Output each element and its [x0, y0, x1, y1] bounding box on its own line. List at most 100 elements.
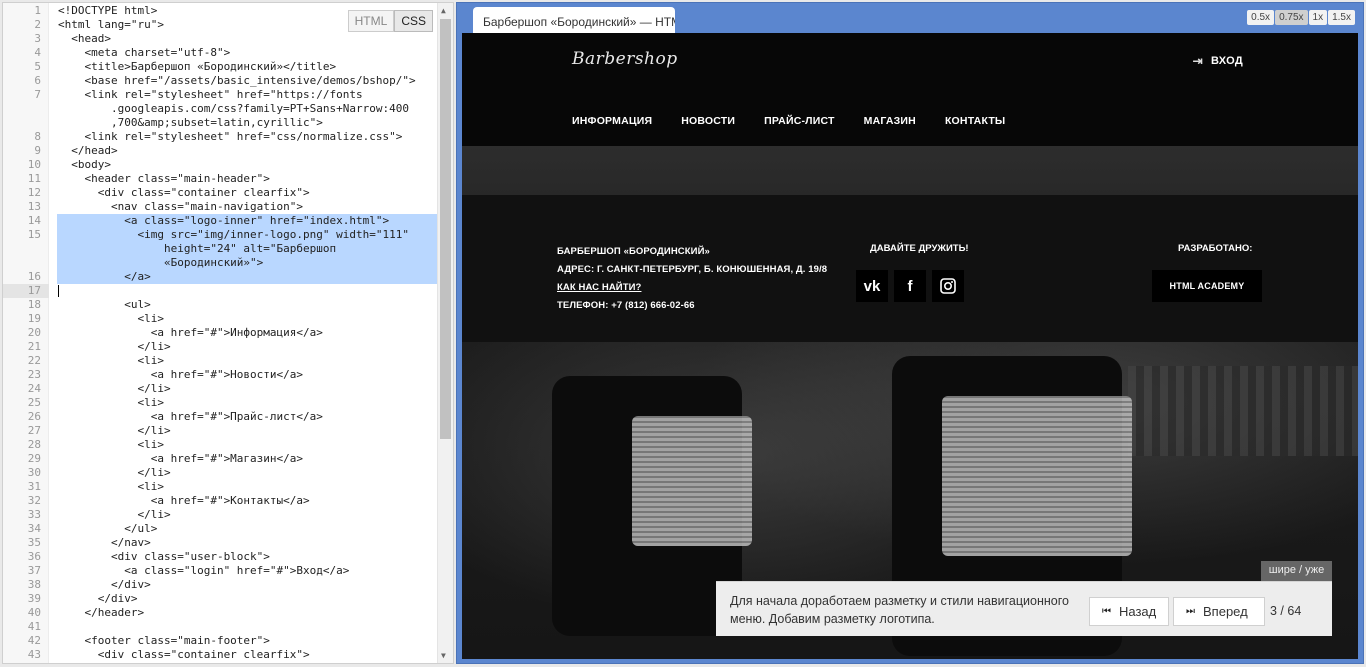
- code-line[interactable]: 16 </a>: [3, 270, 453, 284]
- code-text[interactable]: <a class="login" href="#">Вход</a>: [58, 564, 349, 578]
- code-line[interactable]: 39 </div>: [3, 592, 453, 606]
- code-line[interactable]: 17: [3, 284, 453, 298]
- code-line[interactable]: 21 </li>: [3, 340, 453, 354]
- code-line[interactable]: 40 </header>: [3, 606, 453, 620]
- html-mode-button[interactable]: HTML: [347, 10, 395, 32]
- code-text[interactable]: <div class="container clearfix">: [58, 186, 310, 200]
- code-line[interactable]: 44 <section class="footer-contacts">: [3, 662, 453, 663]
- code-text[interactable]: </ul>: [58, 522, 157, 536]
- zoom-0.5x-button[interactable]: 0.5x: [1247, 10, 1275, 25]
- code-text[interactable]: <meta charset="utf-8">: [58, 46, 230, 60]
- code-line[interactable]: 42 <footer class="main-footer">: [3, 634, 453, 648]
- preview-tab[interactable]: Барбершоп «Бородинский» — HTM: [473, 7, 675, 35]
- code-text[interactable]: <title>Барбершоп «Бородинский»</title>: [58, 60, 336, 74]
- code-text[interactable]: <section class="footer-contacts">: [58, 662, 330, 663]
- nav-item-shop[interactable]: МАГАЗИН: [864, 115, 916, 127]
- code-line[interactable]: 35 </nav>: [3, 536, 453, 550]
- code-text[interactable]: <div class="user-block">: [58, 550, 270, 564]
- code-line[interactable]: «Бородинский»">: [3, 256, 453, 270]
- code-line[interactable]: 4 <meta charset="utf-8">: [3, 46, 453, 60]
- code-line[interactable]: 11 <header class="main-header">: [3, 172, 453, 186]
- code-text[interactable]: <a href="#">Информация</a>: [58, 326, 323, 340]
- code-line[interactable]: 9 </head>: [3, 144, 453, 158]
- code-line[interactable]: 13 <nav class="main-navigation">: [3, 200, 453, 214]
- code-line[interactable]: 38 </div>: [3, 578, 453, 592]
- code-line[interactable]: 12 <div class="container clearfix">: [3, 186, 453, 200]
- code-text[interactable]: </div>: [58, 578, 151, 592]
- code-text[interactable]: <li>: [58, 312, 164, 326]
- code-text[interactable]: <li>: [58, 396, 164, 410]
- code-text[interactable]: </li>: [58, 382, 170, 396]
- editor-scrollbar[interactable]: ▲ ▼: [437, 3, 453, 663]
- code-text[interactable]: <body>: [58, 158, 111, 172]
- code-line[interactable]: 34 </ul>: [3, 522, 453, 536]
- code-text[interactable]: <a href="#">Новости</a>: [58, 368, 303, 382]
- code-text[interactable]: </div>: [58, 592, 138, 606]
- code-text[interactable]: </nav>: [58, 536, 151, 550]
- vk-icon[interactable]: vk: [856, 270, 888, 302]
- code-line[interactable]: 20 <a href="#">Информация</a>: [3, 326, 453, 340]
- code-text[interactable]: <a href="#">Контакты</a>: [58, 494, 310, 508]
- code-text[interactable]: .googleapis.com/css?family=PT+Sans+Narro…: [58, 102, 409, 116]
- find-us-link[interactable]: КАК НАС НАЙТИ?: [557, 279, 827, 297]
- nav-item-info[interactable]: ИНФОРМАЦИЯ: [572, 115, 652, 127]
- code-line[interactable]: 43 <div class="container clearfix">: [3, 648, 453, 662]
- facebook-icon[interactable]: f: [894, 270, 926, 302]
- code-text[interactable]: «Бородинский»">: [58, 256, 263, 270]
- code-text[interactable]: <footer class="main-footer">: [58, 634, 269, 648]
- back-button[interactable]: ⏮ Назад: [1089, 597, 1169, 626]
- code-line[interactable]: 6 <base href="/assets/basic_intensive/de…: [3, 74, 453, 88]
- scroll-down-arrow-icon[interactable]: ▼: [441, 651, 446, 660]
- code-line[interactable]: 19 <li>: [3, 312, 453, 326]
- code-line[interactable]: 23 <a href="#">Новости</a>: [3, 368, 453, 382]
- code-text[interactable]: <div class="container clearfix">: [58, 648, 310, 662]
- code-text[interactable]: <!DOCTYPE html>: [58, 4, 157, 18]
- code-text[interactable]: ,700&amp;subset=latin,cyrillic">: [58, 116, 323, 130]
- code-line[interactable]: 41: [3, 620, 453, 634]
- code-text[interactable]: <li>: [58, 480, 164, 494]
- login-link[interactable]: ⇥ ВХОД: [1193, 54, 1243, 68]
- code-line[interactable]: 8 <link rel="stylesheet" href="css/norma…: [3, 130, 453, 144]
- code-line[interactable]: 30 </li>: [3, 466, 453, 480]
- code-line[interactable]: 10 <body>: [3, 158, 453, 172]
- code-text[interactable]: </li>: [58, 466, 170, 480]
- code-line[interactable]: 24 </li>: [3, 382, 453, 396]
- code-text[interactable]: </li>: [58, 508, 170, 522]
- nav-item-contacts[interactable]: КОНТАКТЫ: [945, 115, 1005, 127]
- code-text[interactable]: <link rel="stylesheet" href="css/normali…: [58, 130, 402, 144]
- code-line[interactable]: ,700&amp;subset=latin,cyrillic">: [3, 116, 453, 130]
- zoom-1x-button[interactable]: 1x: [1308, 10, 1328, 25]
- code-text[interactable]: </li>: [58, 340, 170, 354]
- code-text[interactable]: <base href="/assets/basic_intensive/demo…: [58, 74, 415, 88]
- code-line[interactable]: height="24" alt="Барбершоп: [3, 242, 453, 256]
- code-text[interactable]: <html lang="ru">: [58, 18, 164, 32]
- zoom-0.75x-button[interactable]: 0.75x: [1275, 10, 1308, 25]
- code-line[interactable]: 25 <li>: [3, 396, 453, 410]
- code-text[interactable]: </header>: [58, 606, 144, 620]
- code-text[interactable]: <img src="img/inner-logo.png" width="111…: [58, 228, 409, 242]
- site-logo[interactable]: Barbershop: [572, 49, 678, 69]
- scroll-up-arrow-icon[interactable]: ▲: [441, 6, 446, 15]
- zoom-1.5x-button[interactable]: 1.5x: [1328, 10, 1355, 25]
- code-line[interactable]: 22 <li>: [3, 354, 453, 368]
- code-text[interactable]: [58, 284, 124, 298]
- code-text[interactable]: <a href="#">Магазин</a>: [58, 452, 303, 466]
- code-line[interactable]: 29 <a href="#">Магазин</a>: [3, 452, 453, 466]
- code-text[interactable]: <header class="main-header">: [58, 172, 269, 186]
- code-text[interactable]: <ul>: [58, 298, 151, 312]
- code-text[interactable]: <head>: [58, 32, 111, 46]
- code-line[interactable]: 26 <a href="#">Прайс-лист</a>: [3, 410, 453, 424]
- wider-narrower-toggle[interactable]: шире / уже: [1261, 561, 1332, 581]
- code-text[interactable]: <link rel="stylesheet" href="https://fon…: [58, 88, 362, 102]
- nav-item-pricelist[interactable]: ПРАЙС-ЛИСТ: [764, 115, 835, 127]
- instagram-icon[interactable]: [932, 270, 964, 302]
- code-line[interactable]: 31 <li>: [3, 480, 453, 494]
- nav-item-news[interactable]: НОВОСТИ: [681, 115, 735, 127]
- code-line[interactable]: 32 <a href="#">Контакты</a>: [3, 494, 453, 508]
- code-line[interactable]: .googleapis.com/css?family=PT+Sans+Narro…: [3, 102, 453, 116]
- code-line[interactable]: 3 <head>: [3, 32, 453, 46]
- code-line[interactable]: 15 <img src="img/inner-logo.png" width="…: [3, 228, 453, 242]
- code-lines[interactable]: 1 <!DOCTYPE html> 2 <html lang="ru"> 3 <head…: [3, 4, 453, 663]
- code-text[interactable]: <nav class="main-navigation">: [58, 200, 303, 214]
- code-text[interactable]: </a>: [58, 270, 151, 284]
